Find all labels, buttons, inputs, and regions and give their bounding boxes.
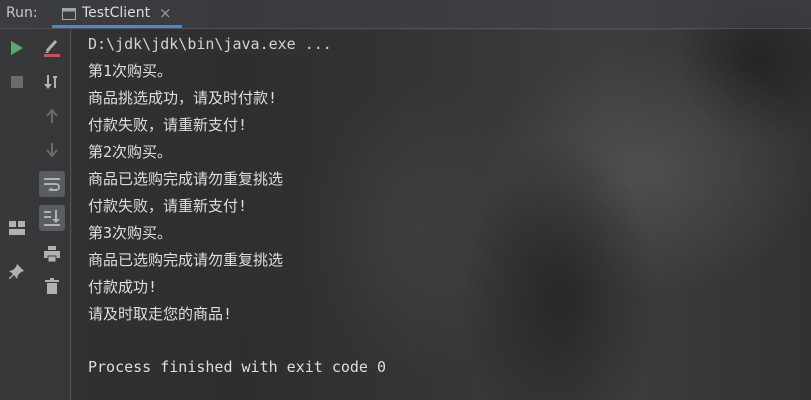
- console-line: 第1次购买。: [88, 62, 173, 80]
- run-toolbar-secondary: [34, 29, 71, 400]
- clear-all-button[interactable]: [39, 273, 65, 299]
- trash-icon: [45, 278, 59, 294]
- run-tool-window-header: Run: TestClient ×: [0, 0, 811, 29]
- console-line: 付款失败，请重新支付!: [88, 116, 248, 134]
- scroll-to-end-icon: [44, 210, 60, 226]
- arrow-down-icon: [45, 142, 59, 158]
- console-window-icon: [62, 6, 76, 20]
- next-occurrence-button[interactable]: [39, 137, 65, 163]
- console-line: 付款失败，请重新支付!: [88, 197, 248, 215]
- rerun-button[interactable]: [4, 35, 30, 61]
- console-line: 付款成功!: [88, 278, 158, 296]
- pin-icon: [9, 264, 25, 280]
- run-label: Run:: [6, 5, 38, 21]
- previous-occurrence-button[interactable]: [39, 103, 65, 129]
- console-output[interactable]: D:\jdk\jdk\bin\java.exe ... 第1次购买。 商品挑选成…: [72, 30, 811, 400]
- console-line: 第2次购买。: [88, 143, 173, 161]
- tab-title: TestClient: [82, 5, 151, 21]
- soft-wrap-toggle[interactable]: [39, 171, 65, 197]
- exit-code-message: Process finished with exit code 0: [88, 358, 387, 376]
- console-line: 商品已选购完成请勿重复挑选: [88, 251, 284, 269]
- run-toolbar-primary: [0, 29, 34, 400]
- console-line: 请及时取走您的商品!: [88, 305, 233, 323]
- pin-tab-button[interactable]: [4, 259, 30, 285]
- command-line: D:\jdk\jdk\bin\java.exe ...: [88, 34, 336, 54]
- scroll-to-end-toggle[interactable]: [39, 205, 65, 231]
- layout-button[interactable]: [4, 215, 30, 241]
- layout-panels-icon: [9, 221, 25, 235]
- console-line: 商品已选购完成请勿重复挑选: [88, 170, 284, 188]
- sort-down-icon: [44, 74, 60, 90]
- soft-wrap-icon: [44, 177, 60, 191]
- sort-button[interactable]: [39, 69, 65, 95]
- wrench-edit-icon: [44, 39, 60, 57]
- arrow-up-icon: [45, 108, 59, 124]
- print-icon: [44, 246, 60, 262]
- console-line: 商品挑选成功，请及时付款!: [88, 89, 278, 107]
- print-button[interactable]: [39, 241, 65, 267]
- run-play-icon: [10, 40, 24, 56]
- edit-configuration-button[interactable]: [39, 35, 65, 61]
- stop-square-icon: [11, 76, 23, 88]
- stop-button[interactable]: [4, 69, 30, 95]
- close-icon[interactable]: ×: [159, 4, 172, 22]
- console-line: 第3次购买。: [88, 224, 173, 242]
